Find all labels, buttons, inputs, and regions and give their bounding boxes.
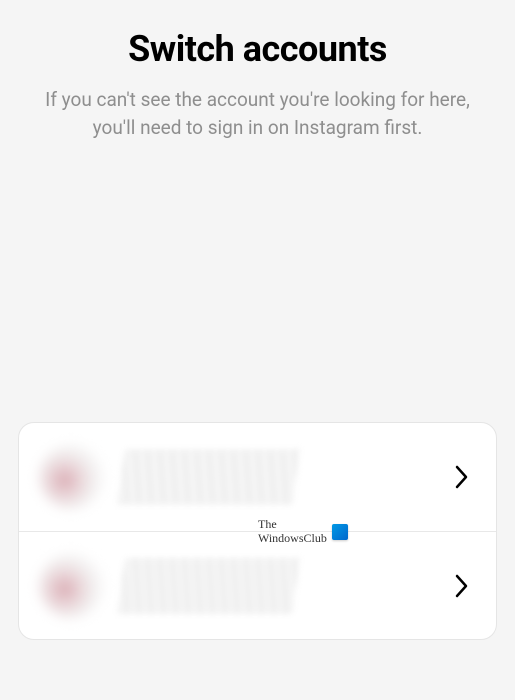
chevron-right-icon <box>446 461 478 493</box>
account-name-blurred <box>117 558 300 614</box>
chevron-right-icon <box>446 570 478 602</box>
account-row-2[interactable] <box>19 531 496 639</box>
avatar <box>39 554 103 618</box>
account-name-blurred <box>117 449 300 505</box>
watermark-line2: WindowsClub <box>258 532 327 546</box>
watermark: The WindowsClub <box>258 518 348 546</box>
watermark-line1: The <box>258 518 327 532</box>
watermark-text: The WindowsClub <box>258 518 327 546</box>
avatar <box>39 445 103 509</box>
page-title: Switch accounts <box>0 28 515 70</box>
page-subtitle: If you can't see the account you're look… <box>0 86 515 141</box>
windows-icon <box>332 524 348 540</box>
header: Switch accounts If you can't see the acc… <box>0 0 515 141</box>
account-row-1[interactable] <box>19 423 496 531</box>
